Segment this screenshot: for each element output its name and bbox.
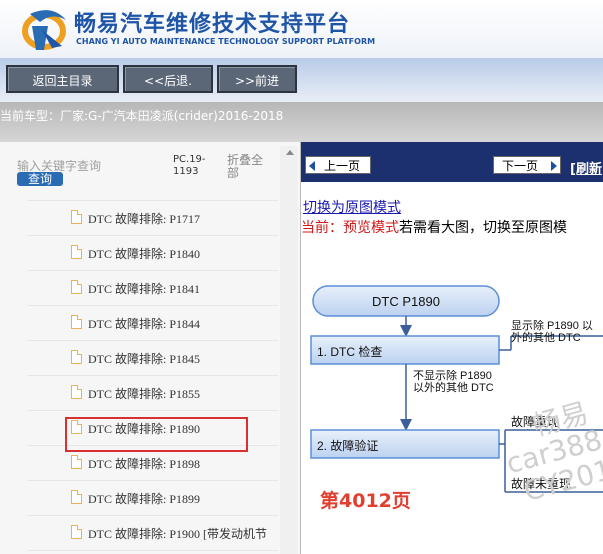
vehicle-bar: 当前车型：厂家:G-广汽本田凌派(crider)2016-2018 xyxy=(0,102,603,142)
list-item[interactable]: DTC 故障排除: P1855 xyxy=(28,376,278,411)
sidebar: 输入关键字查询 查询 PC.19-1193 折叠全部 DTC 故障排除: P17… xyxy=(0,142,301,554)
mode-hint: 若需看大图，切换至原图模 xyxy=(399,220,567,236)
next-page-button[interactable]: 下一页 xyxy=(493,156,561,174)
flow-start-label: DTC P1890 xyxy=(372,294,440,309)
scroll-up-icon[interactable] xyxy=(286,150,294,155)
brand-title: 畅易汽车维修技术支持平台 xyxy=(74,12,351,37)
list-item[interactable]: DTC 故障排除: P1717 xyxy=(28,201,278,236)
forward-button[interactable]: >>前进 xyxy=(217,65,297,93)
logo-icon xyxy=(22,10,66,50)
list-item[interactable]: DTC 故障排除: P1841 xyxy=(28,271,278,306)
dtc-list: DTC 故障排除: P1717 DTC 故障排除: P1840 DTC 故障排除… xyxy=(28,194,278,551)
search-button[interactable]: 查询 xyxy=(17,172,63,186)
prev-page-label: 上一页 xyxy=(324,159,361,173)
current-vehicle: 当前车型：厂家:G-广汽本田凌派(crider)2016-2018 xyxy=(0,109,284,123)
back-button[interactable]: <<后退. xyxy=(123,65,213,93)
flow-step1-label: 1. DTC 检查 xyxy=(317,344,382,359)
list-item[interactable]: DTC 故障排除: P1844 xyxy=(28,306,278,341)
document-icon xyxy=(71,385,82,399)
list-item[interactable]: DTC 故障排除: P1840 xyxy=(28,236,278,271)
document-icon xyxy=(71,210,82,224)
mode-name: 预览模式 xyxy=(343,220,399,236)
flow-step1-no: 不显示除 P1890 以外的其他 DTC xyxy=(413,370,494,394)
list-item-label: DTC 故障排除: P1845 xyxy=(88,352,201,366)
list-item[interactable]: DTC 故障排除: P1845 xyxy=(28,341,278,376)
prev-page-button[interactable]: 上一页 xyxy=(305,156,371,174)
home-button[interactable]: 返回主目录 xyxy=(6,65,119,93)
flow-step1-no-box: 不显示除 P1890 以外的其他 DTC xyxy=(413,370,494,394)
document-icon xyxy=(71,245,82,259)
mode-status: 当前：预览模式若需看大图，切换至原图模 xyxy=(301,217,567,237)
list-item[interactable]: DTC 故障排除: P1899 xyxy=(28,481,278,516)
nav-bar: 返回主目录 <<后退. >>前进 xyxy=(0,58,603,102)
flow-step1-yes: 显示除 P1890 以外的其他 DTC xyxy=(511,320,593,344)
list-item-label: DTC 故障排除: P1900 [带发动机节 xyxy=(88,527,268,541)
page-nav-bar: 上一页 下一页 [刷新 xyxy=(301,142,603,182)
list-item-label: DTC 故障排除: P1899 xyxy=(88,492,201,506)
pc-code: PC.19-1193 xyxy=(173,154,206,177)
brand-subtitle: CHANG YI AUTO MAINTENANCE TECHNOLOGY SUP… xyxy=(76,37,376,46)
collapse-all-link[interactable]: 折叠全部 xyxy=(227,154,267,180)
document-icon xyxy=(71,455,82,469)
app-header: 畅易汽车维修技术支持平台 CHANG YI AUTO MAINTENANCE T… xyxy=(0,0,603,58)
flow-step2-label: 2. 故障验证 xyxy=(317,438,378,453)
list-item-label: DTC 故障排除: P1841 xyxy=(88,282,201,296)
arrow-right-icon xyxy=(551,161,557,171)
selection-highlight-box xyxy=(65,417,248,452)
document-icon xyxy=(71,280,82,294)
arrow-left-icon xyxy=(309,161,315,171)
sidebar-scrollbar[interactable] xyxy=(280,146,298,554)
list-item[interactable]: DTC 故障排除: P1900 [带发动机节 xyxy=(28,516,278,551)
mode-prefix: 当前： xyxy=(301,220,343,236)
list-item-label: DTC 故障排除: P1855 xyxy=(88,387,201,401)
list-item-label: DTC 故障排除: P1840 xyxy=(88,247,201,261)
refresh-link[interactable]: [刷新 xyxy=(570,158,602,177)
list-item-partial[interactable] xyxy=(28,194,278,201)
page-number-label: 第4012页 xyxy=(320,490,411,512)
switch-original-mode-link[interactable]: 切换为原图模式 xyxy=(303,197,401,217)
document-icon xyxy=(71,490,82,504)
list-item-label: DTC 故障排除: P1898 xyxy=(88,457,201,471)
list-item-label: DTC 故障排除: P1844 xyxy=(88,317,201,331)
flow-step1-yes-box: 显示除 P1890 以外的其他 DTC xyxy=(511,320,593,344)
document-icon xyxy=(71,525,82,539)
document-icon xyxy=(71,315,82,329)
list-item-label: DTC 故障排除: P1717 xyxy=(88,212,201,226)
next-page-label: 下一页 xyxy=(502,159,539,173)
document-icon xyxy=(71,350,82,364)
